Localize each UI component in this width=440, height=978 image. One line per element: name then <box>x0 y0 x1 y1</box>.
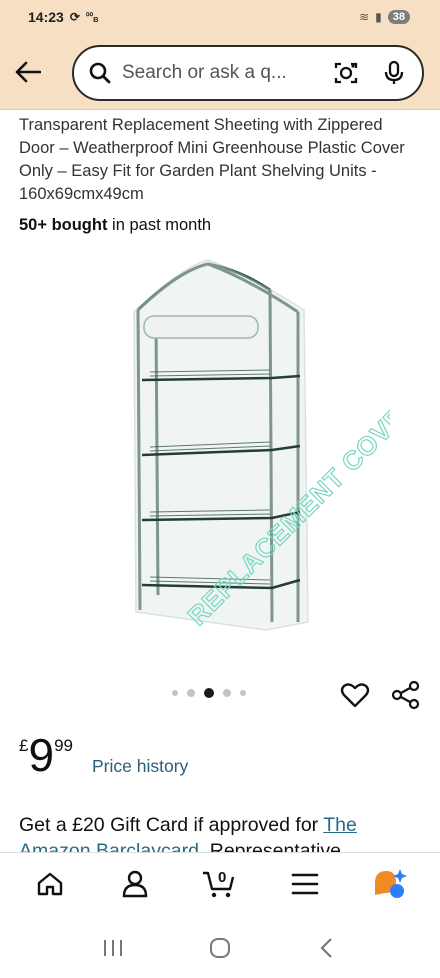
nav-rufus[interactable] <box>368 862 412 906</box>
nav-cart[interactable]: 0 <box>198 862 242 906</box>
camera-lens-icon <box>334 62 358 84</box>
back-system-button[interactable] <box>312 936 342 960</box>
chevron-left-icon <box>320 938 332 958</box>
price-history-link[interactable]: Price history <box>92 756 188 777</box>
sync-icon: ⟳ <box>69 10 80 24</box>
price-whole: 9 <box>28 729 55 781</box>
account-icon <box>122 870 148 897</box>
status-time: 14:23 <box>28 9 64 25</box>
greenhouse-image: REPLACEMENT COVER ONLY <box>133 259 440 632</box>
price-fraction: 99 <box>54 736 73 755</box>
share-icon <box>391 680 420 710</box>
home-system-button[interactable] <box>205 936 235 960</box>
microphone-icon <box>384 60 404 84</box>
price: £ 9 99 <box>19 732 73 778</box>
camera-search-button[interactable] <box>332 59 360 87</box>
home-icon <box>38 872 63 895</box>
search-bar[interactable]: Search or ask a q... <box>72 45 424 101</box>
arrow-left-icon <box>15 61 41 83</box>
carousel-dot[interactable] <box>172 690 178 696</box>
search-input[interactable]: Search or ask a q... <box>122 62 332 84</box>
header: Search or ask a q... <box>0 34 440 110</box>
data-icon: ⁰⁰B <box>85 10 99 24</box>
system-nav-bar <box>0 918 440 978</box>
nav-account[interactable] <box>113 862 157 906</box>
product-title: Transparent Replacement Sheeting with Zi… <box>19 116 405 203</box>
battery-indicator: 38 <box>387 10 410 24</box>
back-button[interactable] <box>12 56 44 88</box>
carousel-dot[interactable] <box>223 689 231 697</box>
bottom-nav: 0 <box>0 852 440 914</box>
heart-icon <box>340 683 370 708</box>
search-icon <box>89 62 111 84</box>
wifi-icon: ≋ <box>359 10 370 24</box>
status-right: ≋ ▮ 38 <box>359 10 410 24</box>
status-bar: 14:23 ⟳ ⁰⁰B ≋ ▮ 38 <box>0 0 440 34</box>
status-left: 14:23 ⟳ ⁰⁰B <box>28 9 99 25</box>
recent-apps-icon <box>104 940 123 956</box>
signal-icon: ▮ <box>375 10 382 24</box>
wishlist-button[interactable] <box>340 680 370 710</box>
product-image[interactable]: REPLACEMENT COVER ONLY <box>60 250 440 650</box>
bought-count-rest: in past month <box>107 216 212 234</box>
carousel-dot[interactable] <box>187 689 195 697</box>
share-button[interactable] <box>391 680 421 710</box>
nav-menu[interactable] <box>283 862 327 906</box>
nav-home[interactable] <box>28 862 72 906</box>
cart-count: 0 <box>217 868 227 886</box>
giftcard-offer: Get a £20 Gift Card if approved for The … <box>19 812 429 856</box>
image-carousel-dots <box>172 688 246 698</box>
recent-apps-button[interactable] <box>98 936 128 960</box>
giftcard-text: Get a £20 Gift Card if approved for <box>19 814 324 836</box>
voice-search-button[interactable] <box>380 59 408 87</box>
carousel-dot-active[interactable] <box>204 688 214 698</box>
bought-count-strong: 50+ bought <box>19 216 108 234</box>
menu-icon <box>291 873 319 894</box>
price-currency: £ <box>19 736 29 755</box>
carousel-dot[interactable] <box>240 690 246 696</box>
bought-count: 50+ bought in past month <box>19 216 211 235</box>
home-circle-icon <box>209 938 230 958</box>
rufus-icon <box>374 868 407 898</box>
